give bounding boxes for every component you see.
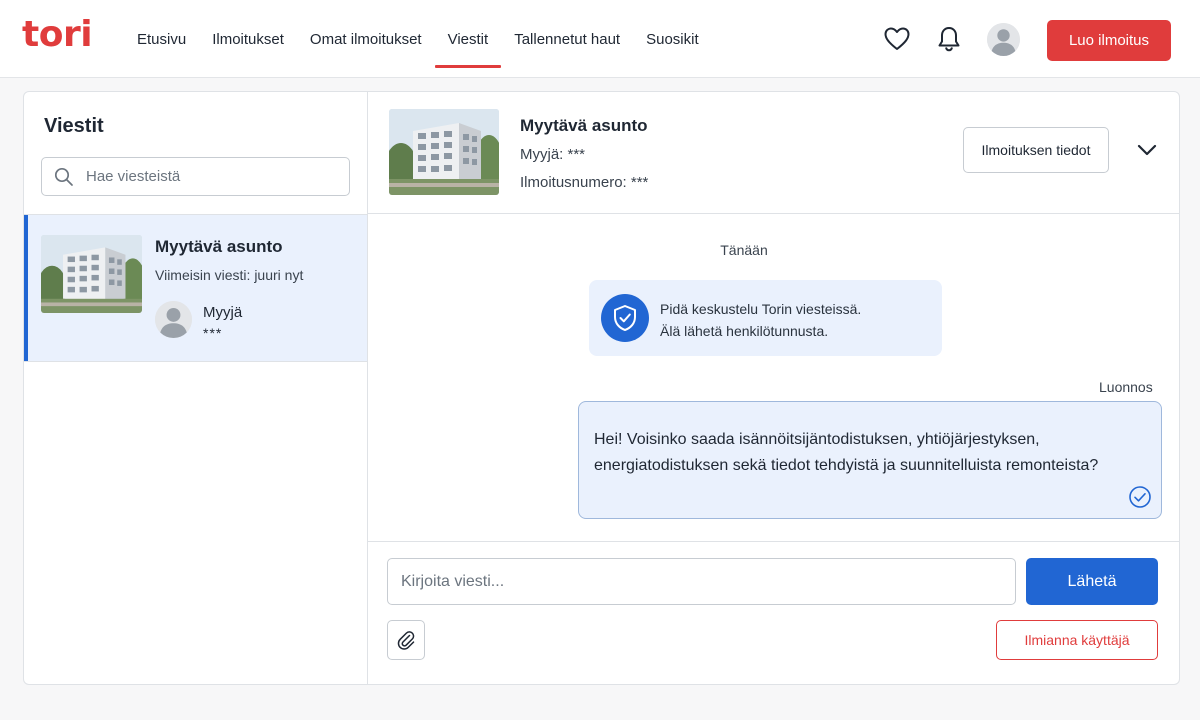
conversation-view: Myytävä asunto Myyjä: *** Ilmoitusnumero… bbox=[368, 92, 1179, 684]
nav-item-ilmoitukset[interactable]: Ilmoitukset bbox=[199, 0, 297, 78]
date-divider: Tänään bbox=[720, 242, 768, 258]
selected-indicator bbox=[24, 215, 28, 361]
conversation-header: Myytävä asunto Myyjä: *** Ilmoitusnumero… bbox=[368, 92, 1179, 214]
listing-details-button[interactable]: Ilmoituksen tiedot bbox=[963, 127, 1109, 173]
create-listing-button[interactable]: Luo ilmoitus bbox=[1047, 20, 1171, 61]
search-field[interactable] bbox=[41, 157, 350, 196]
nav-item-etusivu[interactable]: Etusivu bbox=[124, 0, 199, 78]
main-nav: Etusivu Ilmoitukset Omat ilmoitukset Vie… bbox=[124, 0, 712, 78]
conversation-item[interactable]: Myytävä asunto Viimeisin viesti: juuri n… bbox=[24, 214, 367, 362]
nav-item-suosikit[interactable]: Suosikit bbox=[633, 0, 712, 78]
report-user-button[interactable]: Ilmianna käyttäjä bbox=[996, 620, 1158, 660]
draft-label: Luonnos bbox=[1099, 379, 1153, 395]
safety-notice-line-1: Pidä keskustelu Torin viesteissä. bbox=[660, 301, 862, 317]
tori-logo[interactable]: tori bbox=[22, 14, 93, 55]
draft-message-text: Hei! Voisinko saada isännöitsijäntodistu… bbox=[594, 431, 1099, 474]
conversation-sidebar: Viestit Myytävä asunto Viimeisin viesti:… bbox=[24, 92, 368, 684]
nav-item-viestit[interactable]: Viestit bbox=[434, 0, 502, 78]
send-button[interactable]: Lähetä bbox=[1026, 558, 1158, 605]
message-input[interactable] bbox=[387, 558, 1016, 605]
safety-notice-text: Pidä keskustelu Torin viesteissä. Älä lä… bbox=[660, 298, 861, 342]
safety-notice: Pidä keskustelu Torin viesteissä. Älä lä… bbox=[589, 280, 942, 356]
check-circle-icon bbox=[1128, 485, 1152, 509]
top-navigation-bar: tori Etusivu Ilmoitukset Omat ilmoitukse… bbox=[0, 0, 1200, 78]
sidebar-title: Viestit bbox=[44, 115, 104, 137]
paperclip-icon[interactable] bbox=[387, 620, 425, 660]
seller-avatar bbox=[155, 301, 192, 338]
listing-thumbnail bbox=[41, 235, 142, 313]
search-input[interactable] bbox=[86, 168, 326, 185]
search-icon bbox=[54, 167, 73, 186]
seller-label: Myyjä bbox=[203, 304, 243, 321]
draft-message-bubble[interactable]: Hei! Voisinko saada isännöitsijäntodistu… bbox=[578, 401, 1162, 519]
avatar[interactable] bbox=[987, 23, 1020, 56]
shield-icon bbox=[601, 294, 649, 342]
chevron-down-icon[interactable] bbox=[1132, 136, 1162, 164]
listing-image[interactable] bbox=[389, 109, 499, 195]
message-composer: Lähetä Ilmianna käyttäjä bbox=[368, 541, 1179, 684]
heart-icon[interactable] bbox=[883, 25, 911, 53]
bell-icon[interactable] bbox=[935, 25, 963, 53]
last-message-time: Viimeisin viesti: juuri nyt bbox=[155, 267, 304, 283]
messages-panel: Viestit Myytävä asunto Viimeisin viesti:… bbox=[23, 91, 1180, 685]
conversation-title: Myytävä asunto bbox=[155, 237, 283, 256]
safety-notice-line-2: Älä lähetä henkilötunnusta. bbox=[660, 323, 829, 339]
seller-info: Myyjä: *** bbox=[520, 146, 586, 163]
listing-title: Myytävä asunto bbox=[520, 116, 648, 135]
nav-item-tallennetut-haut[interactable]: Tallennetut haut bbox=[501, 0, 633, 78]
seller-name: *** bbox=[203, 325, 223, 341]
listing-number: Ilmoitusnumero: *** bbox=[520, 174, 649, 191]
nav-item-omat-ilmoitukset[interactable]: Omat ilmoitukset bbox=[297, 0, 435, 78]
